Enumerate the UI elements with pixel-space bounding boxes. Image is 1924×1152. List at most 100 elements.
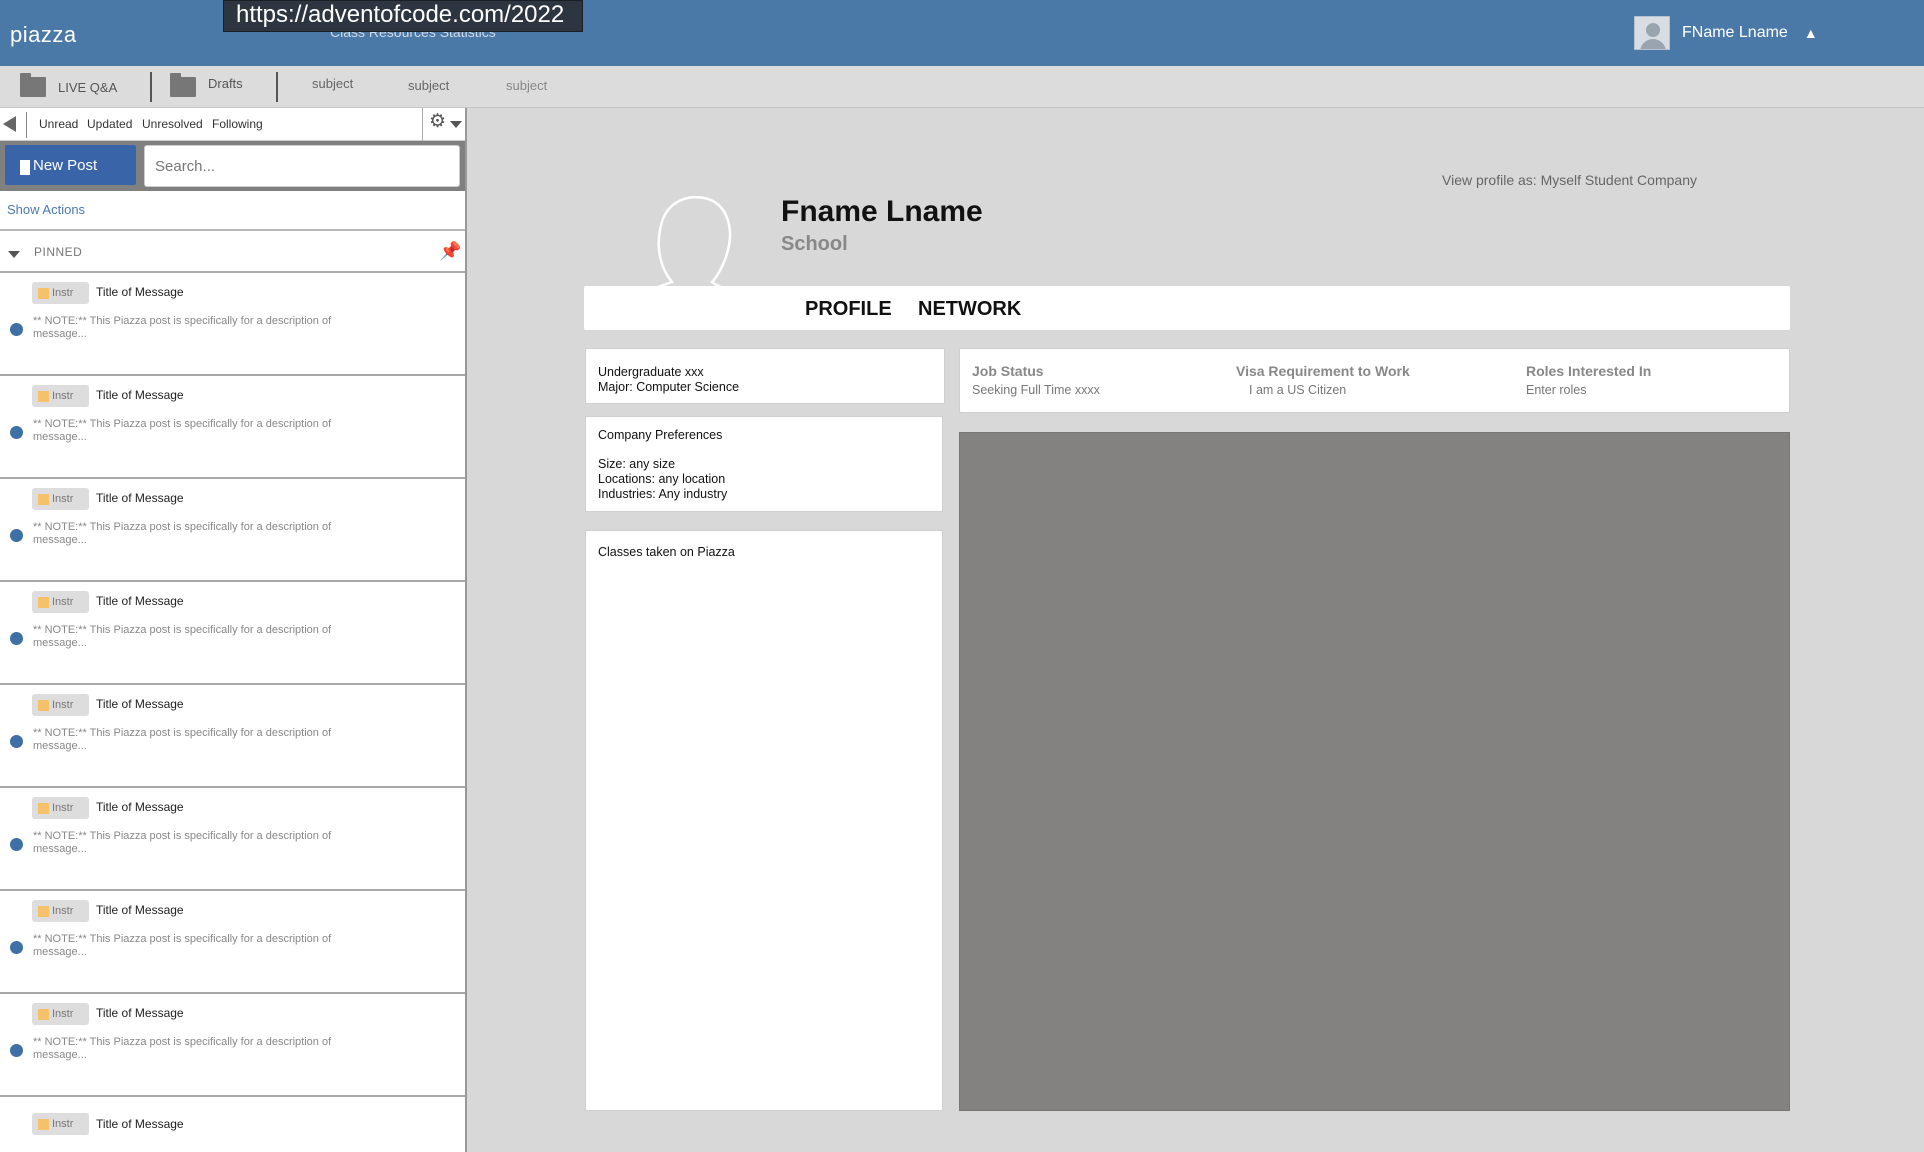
view-profile-as[interactable]: View profile as: Myself Student Company xyxy=(1442,172,1697,188)
post-title: Title of Message xyxy=(96,388,184,402)
unread-dot-icon xyxy=(10,1044,23,1057)
filter-bar: Unread Updated Unresolved Following ⚙ xyxy=(0,108,465,141)
post-description: ** NOTE:** This Piazza post is specifica… xyxy=(33,315,332,340)
visa-value[interactable]: I am a US Citizen xyxy=(1249,383,1410,397)
roles-label: Roles Interested In xyxy=(1526,363,1652,379)
tab-network[interactable]: NETWORK xyxy=(918,298,1021,321)
pinned-section-header[interactable]: PINNED 📌 xyxy=(0,231,465,273)
unread-dot-icon xyxy=(10,632,23,645)
profile-school: School xyxy=(781,233,848,255)
folder-icon xyxy=(20,73,46,97)
pinned-label: PINNED xyxy=(34,245,83,259)
company-prefs-title: Company Preferences xyxy=(598,428,723,442)
post-description: ** NOTE:** This Piazza post is specifica… xyxy=(33,830,332,855)
post-list-item[interactable]: Instr Title of Message xyxy=(0,1097,465,1152)
filter-divider xyxy=(26,112,27,138)
roles-value[interactable]: Enter roles xyxy=(1526,383,1651,397)
piazza-logo[interactable]: piazza xyxy=(10,22,77,48)
folder-icon xyxy=(170,73,196,97)
filter-updated[interactable]: Updated xyxy=(87,117,132,131)
content-placeholder xyxy=(959,432,1790,1111)
instructor-badge: Instr xyxy=(32,900,89,922)
visa-label: Visa Requirement to Work xyxy=(1236,363,1410,379)
user-avatar-icon[interactable] xyxy=(1634,16,1670,50)
post-title: Title of Message xyxy=(96,800,184,814)
company-size: Size: any size xyxy=(598,457,676,471)
subject-folder[interactable]: subject xyxy=(506,78,547,93)
education-card: Undergraduate xxx Major: Computer Scienc… xyxy=(585,348,945,404)
instructor-badge: Instr xyxy=(32,385,89,407)
post-description: ** NOTE:** This Piazza post is specifica… xyxy=(33,933,332,958)
classes-title: Classes taken on Piazza xyxy=(598,545,735,559)
job-info-card: Job Status Seeking Full Time xxxx Visa R… xyxy=(959,348,1790,413)
subject-folder[interactable]: subject xyxy=(408,78,449,93)
gear-icon[interactable]: ⚙ xyxy=(429,112,446,132)
post-list-item[interactable]: Instr Title of Message ** NOTE:** This P… xyxy=(0,788,465,891)
instructor-badge: Instr xyxy=(32,591,89,613)
unread-dot-icon xyxy=(10,529,23,542)
folder-divider xyxy=(276,72,278,102)
folder-drafts[interactable]: Drafts xyxy=(170,66,243,108)
post-list-panel: Unread Updated Unresolved Following ⚙ Ne… xyxy=(0,108,467,1152)
profile-tab-bar: PROFILE NETWORK xyxy=(584,286,1790,330)
post-title: Title of Message xyxy=(96,285,184,299)
post-list-item[interactable]: Instr Title of Message ** NOTE:** This P… xyxy=(0,376,465,479)
job-status-label: Job Status xyxy=(972,363,1044,379)
job-status-value[interactable]: Seeking Full Time xxxx xyxy=(972,383,1100,397)
unread-dot-icon xyxy=(10,941,23,954)
filter-unread[interactable]: Unread xyxy=(39,117,78,131)
post-description: ** NOTE:** This Piazza post is specifica… xyxy=(33,727,332,752)
new-post-label: New Post xyxy=(33,156,98,174)
instructor-badge: Instr xyxy=(32,1113,89,1135)
post-list-item[interactable]: Instr Title of Message ** NOTE:** This P… xyxy=(0,891,465,994)
folder-bar: LIVE Q&A Drafts subject subject subject xyxy=(0,66,1924,108)
pin-icon[interactable]: 📌 xyxy=(439,241,461,261)
tab-profile[interactable]: PROFILE xyxy=(805,298,892,321)
company-industries: Industries: Any industry xyxy=(598,487,728,501)
instructor-badge: Instr xyxy=(32,1003,89,1025)
action-bar: New Post xyxy=(0,141,465,191)
collapse-arrow-icon[interactable] xyxy=(3,116,16,132)
folder-divider xyxy=(150,72,152,102)
post-title: Title of Message xyxy=(96,697,184,711)
chevron-down-icon[interactable] xyxy=(450,121,462,128)
major-text: Major: Computer Science xyxy=(598,380,740,394)
post-list-item[interactable]: Instr Title of Message ** NOTE:** This P… xyxy=(0,685,465,788)
post-title: Title of Message xyxy=(96,491,184,505)
post-description: ** NOTE:** This Piazza post is specifica… xyxy=(33,624,332,649)
post-list-item[interactable]: Instr Title of Message ** NOTE:** This P… xyxy=(0,479,465,582)
degree-text: Undergraduate xxx xyxy=(598,365,704,379)
post-list-item[interactable]: Instr Title of Message ** NOTE:** This P… xyxy=(0,582,465,685)
folder-live-qa-label: LIVE Q&A xyxy=(58,79,118,95)
post-title: Title of Message xyxy=(96,1006,184,1020)
unread-dot-icon xyxy=(10,735,23,748)
subject-folder[interactable]: subject xyxy=(312,76,353,91)
profile-name: Fname Lname xyxy=(781,195,983,228)
company-preferences-card: Company Preferences Size: any size Locat… xyxy=(585,416,943,512)
unread-dot-icon xyxy=(10,838,23,851)
unread-dot-icon xyxy=(10,323,23,336)
filter-following[interactable]: Following xyxy=(212,117,263,131)
folder-live-qa[interactable]: LIVE Q&A xyxy=(20,66,117,108)
company-locations: Locations: any location xyxy=(598,472,726,486)
new-post-button[interactable]: New Post xyxy=(5,145,136,185)
instructor-badge: Instr xyxy=(32,282,89,304)
show-actions-link[interactable]: Show Actions xyxy=(0,191,465,231)
instructor-badge: Instr xyxy=(32,488,89,510)
chevron-down-icon[interactable] xyxy=(8,251,20,258)
search-input[interactable] xyxy=(144,145,460,187)
post-title: Title of Message xyxy=(96,1117,184,1131)
settings-dropdown[interactable]: ⚙ xyxy=(422,108,465,141)
post-title: Title of Message xyxy=(96,903,184,917)
post-list-item[interactable]: Instr Title of Message ** NOTE:** This P… xyxy=(0,273,465,376)
instructor-badge: Instr xyxy=(32,797,89,819)
user-name[interactable]: FName Lname xyxy=(1682,24,1788,42)
caret-up-icon[interactable]: ▲ xyxy=(1804,25,1818,41)
instructor-badge: Instr xyxy=(32,694,89,716)
filter-unresolved[interactable]: Unresolved xyxy=(142,117,203,131)
user-menu[interactable]: FName Lname ▲ xyxy=(1634,16,1818,50)
post-list-item[interactable]: Instr Title of Message ** NOTE:** This P… xyxy=(0,994,465,1097)
post-title: Title of Message xyxy=(96,594,184,608)
post-description: ** NOTE:** This Piazza post is specifica… xyxy=(33,521,332,546)
url-tooltip: https://adventofcode.com/2022 xyxy=(223,0,583,32)
